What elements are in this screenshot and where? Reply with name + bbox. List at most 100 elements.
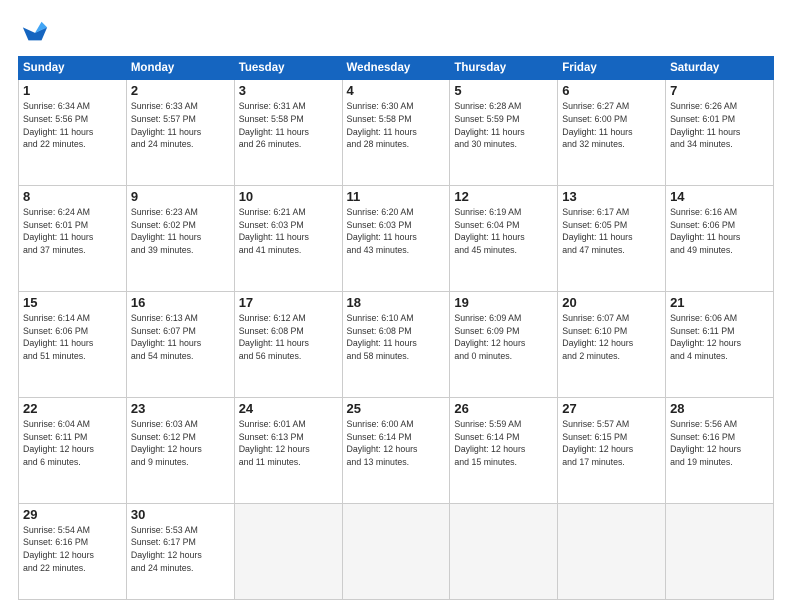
calendar-day-cell: 14 Sunrise: 6:16 AMSunset: 6:06 PMDaylig… [666, 185, 774, 291]
day-info: Sunrise: 6:16 AMSunset: 6:06 PMDaylight:… [670, 206, 769, 257]
day-number: 9 [131, 189, 230, 204]
day-number: 1 [23, 83, 122, 98]
day-number: 2 [131, 83, 230, 98]
day-info: Sunrise: 6:10 AMSunset: 6:08 PMDaylight:… [347, 312, 446, 363]
calendar-day-cell: 28 Sunrise: 5:56 AMSunset: 6:16 PMDaylig… [666, 397, 774, 503]
header-wednesday: Wednesday [342, 57, 450, 80]
header-sunday: Sunday [19, 57, 127, 80]
day-number: 25 [347, 401, 446, 416]
calendar-day-cell: 12 Sunrise: 6:19 AMSunset: 6:04 PMDaylig… [450, 185, 558, 291]
day-info: Sunrise: 6:13 AMSunset: 6:07 PMDaylight:… [131, 312, 230, 363]
day-info: Sunrise: 6:24 AMSunset: 6:01 PMDaylight:… [23, 206, 122, 257]
calendar-day-cell: 30 Sunrise: 5:53 AMSunset: 6:17 PMDaylig… [126, 503, 234, 599]
calendar-day-cell: 22 Sunrise: 6:04 AMSunset: 6:11 PMDaylig… [19, 397, 127, 503]
day-number: 10 [239, 189, 338, 204]
calendar-day-cell: 5 Sunrise: 6:28 AMSunset: 5:59 PMDayligh… [450, 80, 558, 186]
calendar-day-cell [342, 503, 450, 599]
day-info: Sunrise: 5:53 AMSunset: 6:17 PMDaylight:… [131, 524, 230, 575]
calendar-week-row: 1 Sunrise: 6:34 AMSunset: 5:56 PMDayligh… [19, 80, 774, 186]
calendar-day-cell: 21 Sunrise: 6:06 AMSunset: 6:11 PMDaylig… [666, 291, 774, 397]
day-info: Sunrise: 5:59 AMSunset: 6:14 PMDaylight:… [454, 418, 553, 469]
day-info: Sunrise: 6:14 AMSunset: 6:06 PMDaylight:… [23, 312, 122, 363]
calendar-day-cell: 6 Sunrise: 6:27 AMSunset: 6:00 PMDayligh… [558, 80, 666, 186]
day-number: 13 [562, 189, 661, 204]
day-info: Sunrise: 6:09 AMSunset: 6:09 PMDaylight:… [454, 312, 553, 363]
day-number: 14 [670, 189, 769, 204]
calendar-day-cell: 18 Sunrise: 6:10 AMSunset: 6:08 PMDaylig… [342, 291, 450, 397]
day-number: 26 [454, 401, 553, 416]
header-thursday: Thursday [450, 57, 558, 80]
day-number: 5 [454, 83, 553, 98]
calendar-week-row: 8 Sunrise: 6:24 AMSunset: 6:01 PMDayligh… [19, 185, 774, 291]
calendar-day-cell: 20 Sunrise: 6:07 AMSunset: 6:10 PMDaylig… [558, 291, 666, 397]
day-number: 8 [23, 189, 122, 204]
day-number: 21 [670, 295, 769, 310]
weekday-header-row: Sunday Monday Tuesday Wednesday Thursday… [19, 57, 774, 80]
calendar-week-row: 22 Sunrise: 6:04 AMSunset: 6:11 PMDaylig… [19, 397, 774, 503]
day-number: 3 [239, 83, 338, 98]
day-info: Sunrise: 6:30 AMSunset: 5:58 PMDaylight:… [347, 100, 446, 151]
calendar-day-cell [666, 503, 774, 599]
day-number: 27 [562, 401, 661, 416]
day-number: 15 [23, 295, 122, 310]
day-info: Sunrise: 5:56 AMSunset: 6:16 PMDaylight:… [670, 418, 769, 469]
calendar-day-cell: 25 Sunrise: 6:00 AMSunset: 6:14 PMDaylig… [342, 397, 450, 503]
day-number: 28 [670, 401, 769, 416]
header-tuesday: Tuesday [234, 57, 342, 80]
calendar-day-cell: 9 Sunrise: 6:23 AMSunset: 6:02 PMDayligh… [126, 185, 234, 291]
logo [18, 18, 49, 46]
day-info: Sunrise: 6:03 AMSunset: 6:12 PMDaylight:… [131, 418, 230, 469]
calendar-day-cell: 10 Sunrise: 6:21 AMSunset: 6:03 PMDaylig… [234, 185, 342, 291]
day-info: Sunrise: 6:00 AMSunset: 6:14 PMDaylight:… [347, 418, 446, 469]
header-monday: Monday [126, 57, 234, 80]
calendar-week-row: 29 Sunrise: 5:54 AMSunset: 6:16 PMDaylig… [19, 503, 774, 599]
day-info: Sunrise: 6:34 AMSunset: 5:56 PMDaylight:… [23, 100, 122, 151]
day-info: Sunrise: 6:01 AMSunset: 6:13 PMDaylight:… [239, 418, 338, 469]
calendar-day-cell: 16 Sunrise: 6:13 AMSunset: 6:07 PMDaylig… [126, 291, 234, 397]
day-number: 20 [562, 295, 661, 310]
calendar-day-cell [234, 503, 342, 599]
day-info: Sunrise: 6:26 AMSunset: 6:01 PMDaylight:… [670, 100, 769, 151]
day-number: 16 [131, 295, 230, 310]
day-info: Sunrise: 5:54 AMSunset: 6:16 PMDaylight:… [23, 524, 122, 575]
calendar-table: Sunday Monday Tuesday Wednesday Thursday… [18, 56, 774, 600]
day-info: Sunrise: 6:31 AMSunset: 5:58 PMDaylight:… [239, 100, 338, 151]
calendar-day-cell: 29 Sunrise: 5:54 AMSunset: 6:16 PMDaylig… [19, 503, 127, 599]
logo-icon [21, 18, 49, 46]
header-saturday: Saturday [666, 57, 774, 80]
day-info: Sunrise: 6:12 AMSunset: 6:08 PMDaylight:… [239, 312, 338, 363]
calendar-day-cell: 3 Sunrise: 6:31 AMSunset: 5:58 PMDayligh… [234, 80, 342, 186]
day-info: Sunrise: 6:07 AMSunset: 6:10 PMDaylight:… [562, 312, 661, 363]
day-info: Sunrise: 6:27 AMSunset: 6:00 PMDaylight:… [562, 100, 661, 151]
day-info: Sunrise: 5:57 AMSunset: 6:15 PMDaylight:… [562, 418, 661, 469]
day-number: 29 [23, 507, 122, 522]
day-number: 4 [347, 83, 446, 98]
day-info: Sunrise: 6:23 AMSunset: 6:02 PMDaylight:… [131, 206, 230, 257]
calendar-day-cell: 7 Sunrise: 6:26 AMSunset: 6:01 PMDayligh… [666, 80, 774, 186]
calendar-day-cell: 8 Sunrise: 6:24 AMSunset: 6:01 PMDayligh… [19, 185, 127, 291]
day-info: Sunrise: 6:28 AMSunset: 5:59 PMDaylight:… [454, 100, 553, 151]
day-number: 23 [131, 401, 230, 416]
day-number: 30 [131, 507, 230, 522]
day-number: 22 [23, 401, 122, 416]
calendar-day-cell: 26 Sunrise: 5:59 AMSunset: 6:14 PMDaylig… [450, 397, 558, 503]
day-info: Sunrise: 6:21 AMSunset: 6:03 PMDaylight:… [239, 206, 338, 257]
calendar-day-cell: 17 Sunrise: 6:12 AMSunset: 6:08 PMDaylig… [234, 291, 342, 397]
calendar-day-cell: 1 Sunrise: 6:34 AMSunset: 5:56 PMDayligh… [19, 80, 127, 186]
day-number: 17 [239, 295, 338, 310]
day-number: 7 [670, 83, 769, 98]
day-number: 12 [454, 189, 553, 204]
calendar-day-cell: 23 Sunrise: 6:03 AMSunset: 6:12 PMDaylig… [126, 397, 234, 503]
day-info: Sunrise: 6:33 AMSunset: 5:57 PMDaylight:… [131, 100, 230, 151]
day-info: Sunrise: 6:20 AMSunset: 6:03 PMDaylight:… [347, 206, 446, 257]
calendar-day-cell: 4 Sunrise: 6:30 AMSunset: 5:58 PMDayligh… [342, 80, 450, 186]
day-info: Sunrise: 6:04 AMSunset: 6:11 PMDaylight:… [23, 418, 122, 469]
day-number: 24 [239, 401, 338, 416]
calendar-day-cell [450, 503, 558, 599]
day-info: Sunrise: 6:17 AMSunset: 6:05 PMDaylight:… [562, 206, 661, 257]
day-number: 19 [454, 295, 553, 310]
calendar-day-cell: 27 Sunrise: 5:57 AMSunset: 6:15 PMDaylig… [558, 397, 666, 503]
header-friday: Friday [558, 57, 666, 80]
day-number: 6 [562, 83, 661, 98]
calendar-day-cell: 13 Sunrise: 6:17 AMSunset: 6:05 PMDaylig… [558, 185, 666, 291]
